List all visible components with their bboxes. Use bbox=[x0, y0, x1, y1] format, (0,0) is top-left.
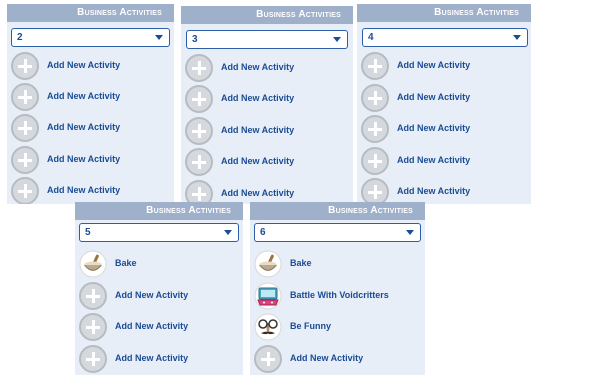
activity-label: Add New Activity bbox=[221, 125, 295, 135]
activity-label: Add New Activity bbox=[397, 123, 471, 133]
activity-label: Add New Activity bbox=[221, 62, 295, 72]
activity-label: Add New Activity bbox=[115, 353, 189, 363]
panel-title: Business Activities bbox=[75, 202, 243, 220]
add-activity-row[interactable]: Add New Activity bbox=[361, 52, 531, 80]
mixing-bowl-icon[interactable] bbox=[254, 250, 282, 278]
add-activity-row[interactable]: Add New Activity bbox=[79, 282, 243, 310]
add-icon[interactable] bbox=[254, 345, 282, 373]
add-activity-row[interactable]: Add New Activity bbox=[79, 313, 243, 341]
activity-slot-dropdown[interactable]: 2 bbox=[11, 28, 170, 47]
add-activity-row[interactable]: Add New Activity bbox=[361, 147, 531, 175]
add-activity-row[interactable]: Add New Activity bbox=[185, 85, 353, 113]
activity-row-bake[interactable]: Bake bbox=[254, 250, 425, 278]
dropdown-value: 3 bbox=[192, 34, 198, 45]
add-icon[interactable] bbox=[361, 178, 389, 204]
add-activity-row[interactable]: Add New Activity bbox=[185, 148, 353, 176]
add-icon[interactable] bbox=[11, 83, 39, 111]
activity-label: Add New Activity bbox=[397, 186, 471, 196]
add-icon[interactable] bbox=[185, 148, 213, 176]
activity-slot-dropdown[interactable]: 4 bbox=[362, 28, 528, 47]
activity-label: Add New Activity bbox=[115, 321, 189, 331]
activity-row-be-funny[interactable]: Be Funny bbox=[254, 313, 425, 341]
activity-label: Bake bbox=[290, 258, 312, 268]
add-icon[interactable] bbox=[79, 282, 107, 310]
activity-row-bake[interactable]: Bake bbox=[79, 250, 243, 278]
add-activity-row[interactable]: Add New Activity bbox=[185, 54, 353, 82]
add-activity-row[interactable]: Add New Activity bbox=[79, 345, 243, 373]
chevron-down-icon bbox=[224, 230, 232, 235]
add-activity-row[interactable]: Add New Activity bbox=[11, 52, 174, 80]
funny-glasses-icon[interactable] bbox=[254, 313, 282, 341]
mixing-bowl-icon[interactable] bbox=[79, 250, 107, 278]
dropdown-value: 4 bbox=[368, 32, 374, 43]
activity-label: Add New Activity bbox=[397, 92, 471, 102]
business-activities-panel-5: Business Activities 6 Bake Battle With V… bbox=[250, 202, 425, 375]
dropdown-value: 2 bbox=[17, 32, 23, 43]
activity-label: Be Funny bbox=[290, 321, 332, 331]
add-icon[interactable] bbox=[361, 84, 389, 112]
activity-label: Add New Activity bbox=[221, 156, 295, 166]
activity-label: Add New Activity bbox=[290, 353, 364, 363]
panel-title: Business Activities bbox=[357, 4, 531, 22]
add-activity-row[interactable]: Add New Activity bbox=[185, 117, 353, 145]
activity-slot-dropdown[interactable]: 5 bbox=[79, 223, 239, 242]
add-activity-row[interactable]: Add New Activity bbox=[185, 180, 353, 204]
chevron-down-icon bbox=[513, 35, 521, 40]
panel-title: Business Activities bbox=[7, 4, 174, 22]
dropdown-value: 5 bbox=[85, 227, 91, 238]
activity-label: Bake bbox=[115, 258, 137, 268]
add-activity-row[interactable]: Add New Activity bbox=[361, 84, 531, 112]
activity-row-battle-with-voidcritters[interactable]: Battle With Voidcritters bbox=[254, 282, 425, 310]
add-activity-row[interactable]: Add New Activity bbox=[254, 345, 425, 373]
activity-label: Add New Activity bbox=[397, 155, 471, 165]
activity-label: Add New Activity bbox=[221, 93, 295, 103]
chevron-down-icon bbox=[333, 37, 341, 42]
activity-label: Add New Activity bbox=[47, 185, 121, 195]
add-icon[interactable] bbox=[361, 147, 389, 175]
add-activity-row[interactable]: Add New Activity bbox=[361, 115, 531, 143]
chevron-down-icon bbox=[155, 35, 163, 40]
add-activity-row[interactable]: Add New Activity bbox=[11, 146, 174, 174]
add-icon[interactable] bbox=[11, 177, 39, 204]
add-icon[interactable] bbox=[79, 313, 107, 341]
activity-label: Add New Activity bbox=[115, 290, 189, 300]
business-activities-panel-4: Business Activities 5 Bake Add New Activ… bbox=[75, 202, 243, 375]
add-activity-row[interactable]: Add New Activity bbox=[11, 83, 174, 111]
add-icon[interactable] bbox=[185, 85, 213, 113]
game-console-icon[interactable] bbox=[254, 282, 282, 310]
panel-title: Business Activities bbox=[181, 6, 353, 24]
panel-title: Business Activities bbox=[250, 202, 425, 220]
activity-label: Add New Activity bbox=[47, 122, 121, 132]
activity-label: Add New Activity bbox=[47, 60, 121, 70]
activity-slot-dropdown[interactable]: 6 bbox=[254, 223, 421, 242]
activity-label: Add New Activity bbox=[47, 154, 121, 164]
add-icon[interactable] bbox=[361, 115, 389, 143]
add-icon[interactable] bbox=[185, 54, 213, 82]
add-icon[interactable] bbox=[185, 117, 213, 145]
add-icon[interactable] bbox=[11, 146, 39, 174]
add-icon[interactable] bbox=[11, 52, 39, 80]
add-icon[interactable] bbox=[361, 52, 389, 80]
add-activity-row[interactable]: Add New Activity bbox=[11, 114, 174, 142]
activity-label: Add New Activity bbox=[221, 188, 295, 198]
add-activity-row[interactable]: Add New Activity bbox=[11, 177, 174, 204]
add-icon[interactable] bbox=[185, 180, 213, 204]
add-icon[interactable] bbox=[79, 345, 107, 373]
activity-label: Add New Activity bbox=[397, 60, 471, 70]
activity-slot-dropdown[interactable]: 3 bbox=[186, 30, 348, 49]
business-activities-panel-3: Business Activities 4 Add New Activity A… bbox=[357, 4, 531, 204]
dropdown-value: 6 bbox=[260, 227, 266, 238]
chevron-down-icon bbox=[406, 230, 414, 235]
activity-label: Battle With Voidcritters bbox=[290, 290, 389, 300]
business-activities-panel-2: Business Activities 3 Add New Activity A… bbox=[181, 6, 353, 204]
business-activities-panel-1: Business Activities 2 Add New Activity A… bbox=[7, 4, 174, 204]
activity-label: Add New Activity bbox=[47, 91, 121, 101]
add-activity-row[interactable]: Add New Activity bbox=[361, 178, 531, 204]
add-icon[interactable] bbox=[11, 114, 39, 142]
